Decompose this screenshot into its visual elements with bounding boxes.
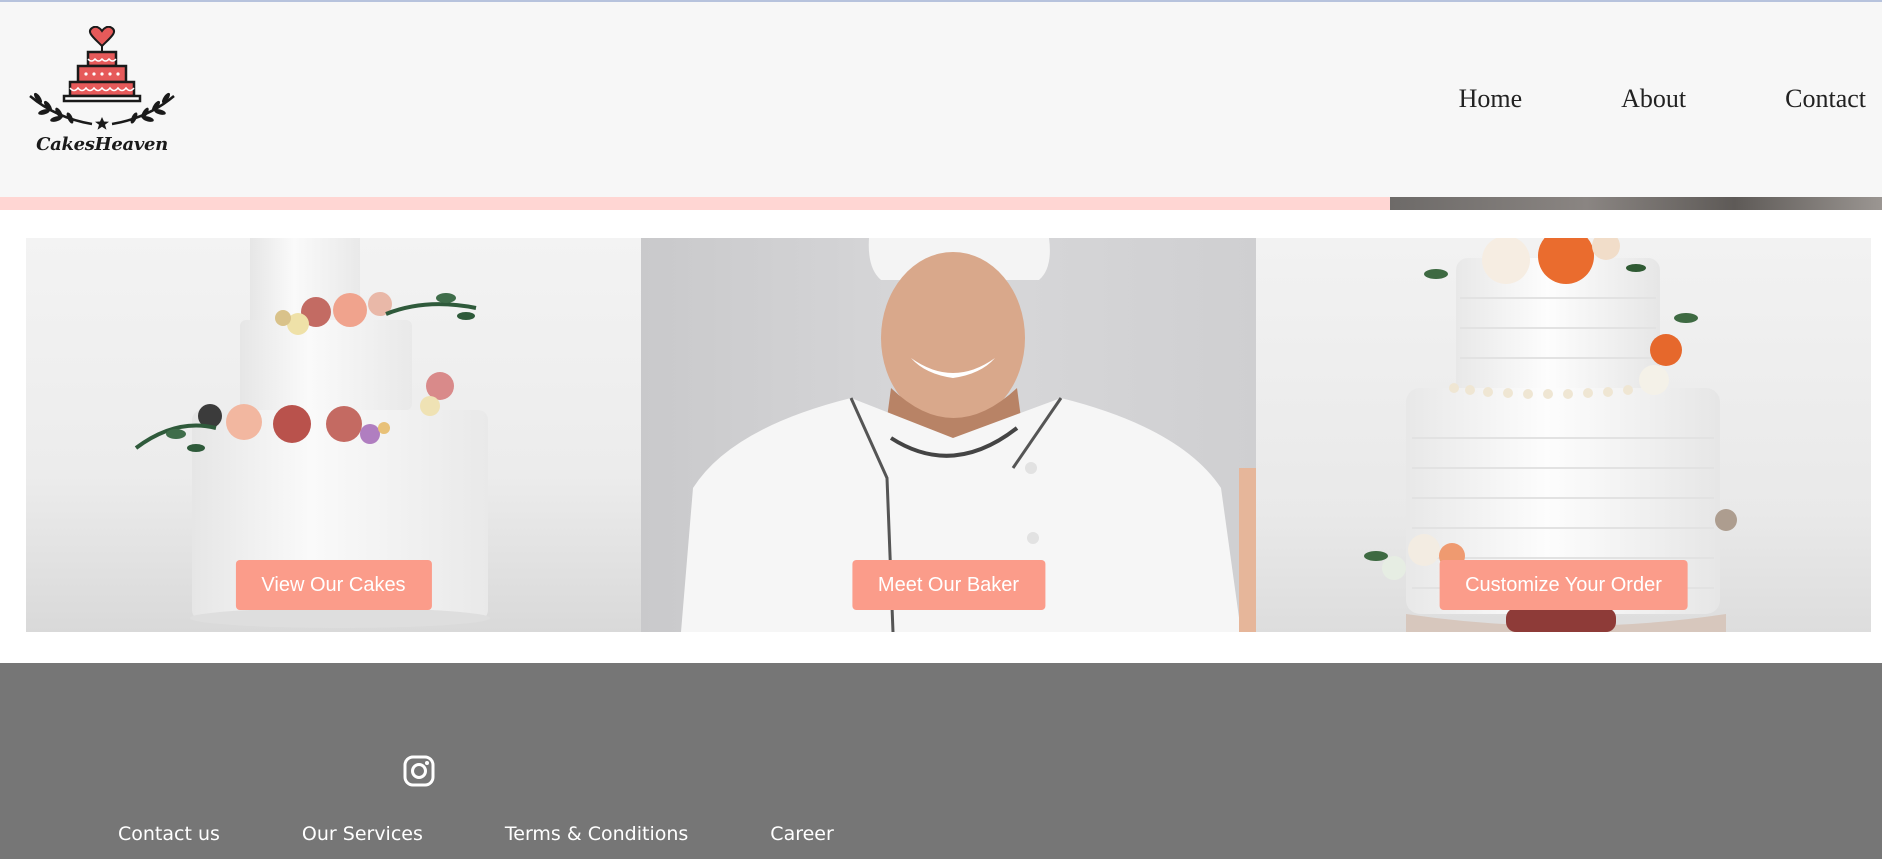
brand-logo[interactable]: CakesHeaven (26, 25, 178, 162)
hero-image-edge (1390, 197, 1882, 210)
view-cakes-button[interactable]: View Our Cakes (235, 560, 432, 610)
cake-logo-icon (29, 25, 175, 130)
tile-baker: Meet Our Baker (641, 238, 1256, 632)
nav-home[interactable]: Home (1459, 84, 1523, 114)
nav-contact[interactable]: Contact (1785, 84, 1866, 114)
footer-link-contact[interactable]: Contact us (118, 823, 220, 845)
nav-about[interactable]: About (1621, 84, 1686, 114)
tile-customize: Customize Your Order (1256, 238, 1871, 632)
footer-link-terms[interactable]: Terms & Conditions (505, 823, 688, 845)
customize-order-button[interactable]: Customize Your Order (1439, 560, 1688, 610)
footer-links: Contact us Our Services Terms & Conditio… (118, 823, 916, 845)
meet-baker-button[interactable]: Meet Our Baker (851, 560, 1046, 610)
main-nav: Home About Contact (1459, 84, 1866, 114)
tile-cakes: View Our Cakes (26, 238, 641, 632)
footer-link-career[interactable]: Career (770, 823, 834, 845)
footer-link-services[interactable]: Our Services (302, 823, 423, 845)
site-footer: Contact us Our Services Terms & Conditio… (0, 663, 1882, 859)
accent-strip (0, 197, 1390, 210)
feature-tiles: View Our Cakes Meet Our Baker Customize … (26, 238, 1872, 632)
brand-name: CakesHeaven (36, 134, 168, 155)
instagram-icon[interactable] (402, 754, 436, 788)
site-header: CakesHeaven Home About Contact (0, 2, 1882, 197)
